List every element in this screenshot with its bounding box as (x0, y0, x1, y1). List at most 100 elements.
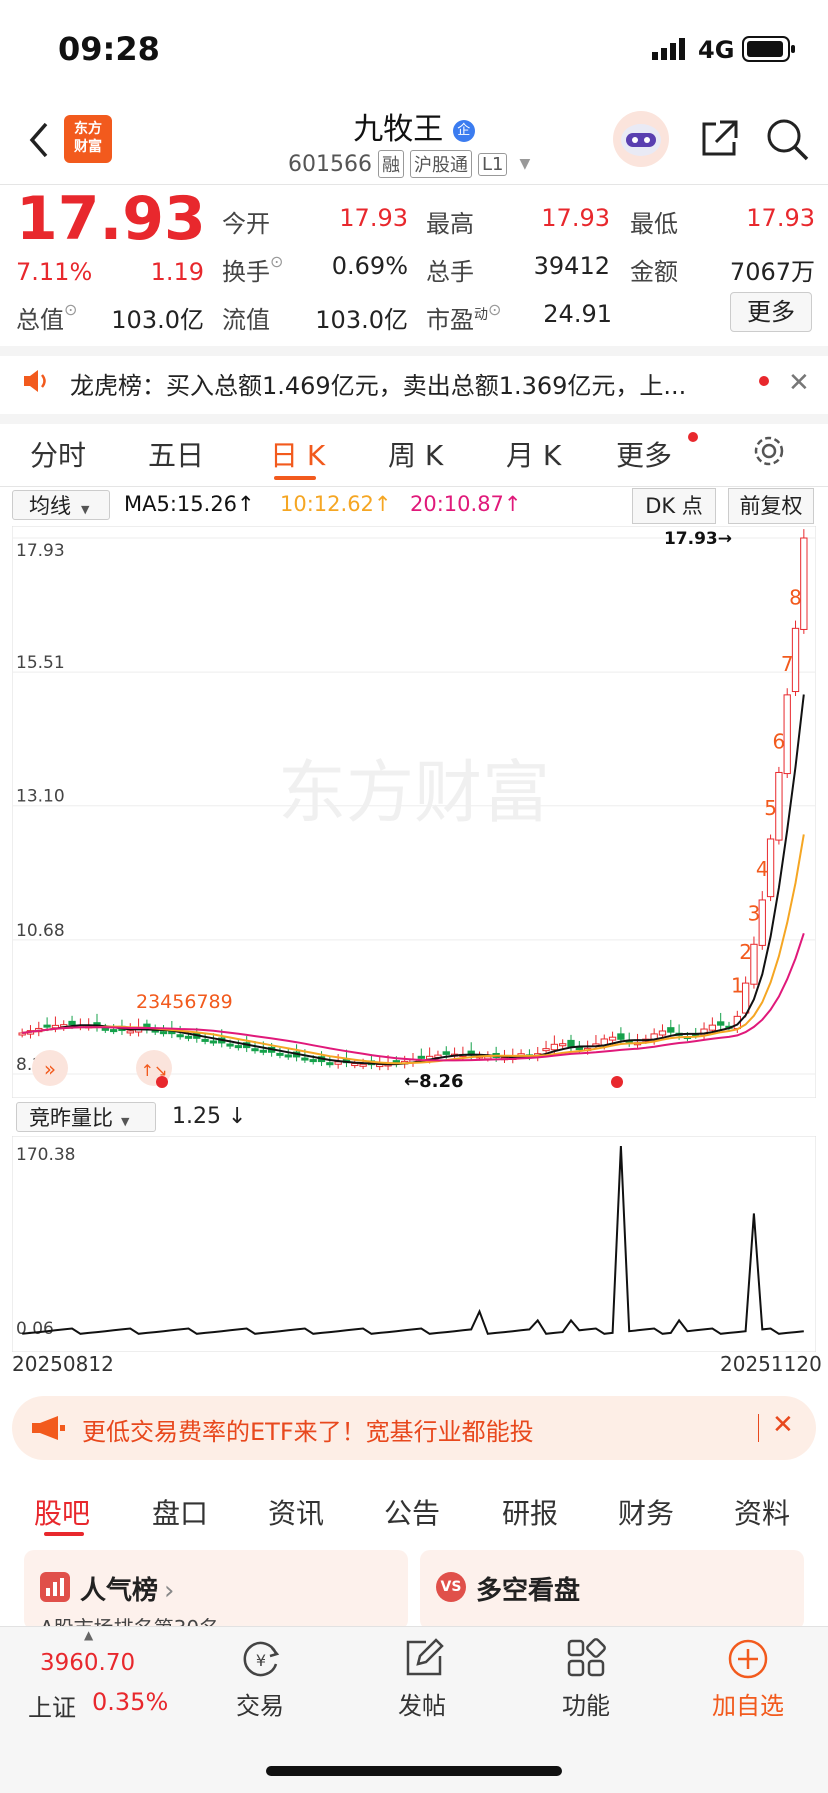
volume-ratio-chart[interactable]: 170.38 0.06 (12, 1136, 816, 1352)
candle (201, 1038, 209, 1042)
high-value: 17.93 (541, 204, 610, 232)
ma10-value: 10:12.62↑ (280, 492, 392, 516)
volume-ratio-selector[interactable]: 竞昨量比 ▼ (16, 1102, 156, 1132)
watermark: 东方财富 (278, 754, 550, 833)
index-value[interactable]: 3960.70 (40, 1650, 135, 1676)
close-icon[interactable]: ✕ (788, 368, 810, 398)
candle (276, 1052, 284, 1056)
more-button[interactable]: 更多 (730, 292, 812, 332)
candle (608, 1036, 617, 1041)
float-value: 103.0亿 (315, 306, 408, 334)
adjust-button[interactable]: 前复权 (728, 488, 814, 524)
search-icon[interactable] (766, 118, 810, 166)
banner-close-icon[interactable]: ✕ (772, 1410, 794, 1440)
enterprise-badge-icon: 企 (452, 119, 475, 142)
tab-five-day[interactable]: 五日 (148, 434, 204, 474)
candle (209, 1040, 218, 1044)
candle (226, 1043, 234, 1047)
price-tick: 15.51 (16, 653, 65, 673)
banner-divider (758, 1414, 759, 1442)
tab-announcements[interactable]: 公告 (384, 1492, 440, 1532)
tab-order-book[interactable]: 盘口 (152, 1492, 208, 1532)
active-tab-underline (274, 476, 316, 480)
nav-add-watchlist[interactable]: 加自选 (688, 1686, 808, 1721)
candle (109, 1029, 118, 1033)
megaphone-icon (30, 1414, 66, 1446)
volume-ratio-tick: 170.38 (16, 1145, 75, 1165)
edit-post-icon[interactable] (404, 1638, 444, 1682)
svg-text:»: » (44, 1057, 56, 1081)
nine-turn-label: 1 (731, 973, 744, 997)
current-price: 17.93 (16, 184, 206, 254)
vs-icon: VS (436, 1572, 466, 1602)
candle (309, 1059, 317, 1063)
candle (658, 1030, 667, 1036)
ma-selector[interactable]: 均线 ▼ (12, 490, 110, 520)
total-value: 103.0亿 (111, 306, 204, 334)
candle (542, 1048, 550, 1052)
candle (159, 1031, 168, 1035)
nine-turn-label: 3 (748, 901, 761, 925)
turnover-label: 换手⊙ (222, 252, 284, 286)
candle (176, 1034, 184, 1038)
stock-code: 601566 (288, 151, 372, 177)
candle (251, 1048, 259, 1052)
trade-icon[interactable]: ¥ (240, 1638, 282, 1684)
nine-turn-label: 8 (789, 585, 802, 609)
tab-intraday[interactable]: 分时 (30, 434, 86, 474)
tab-guba[interactable]: 股吧 (34, 1492, 90, 1532)
nav-function[interactable]: 功能 (526, 1686, 646, 1721)
change-percent: 7.11% (16, 258, 93, 286)
tab-monthly-k[interactable]: 月 K (506, 434, 561, 474)
change-amount: 1.19 (150, 258, 204, 286)
stock-name-text: 九牧王 (353, 112, 444, 147)
low-value: 17.93 (746, 204, 815, 232)
price-tick: 17.93 (16, 541, 65, 561)
tab-profile[interactable]: 资料 (734, 1492, 790, 1532)
candle (351, 1063, 359, 1067)
tab-more[interactable]: 更多 (616, 434, 672, 474)
candle (126, 1030, 134, 1034)
candle (717, 1021, 725, 1026)
info-icon[interactable]: ⊙ (64, 300, 77, 319)
open-value: 17.93 (339, 204, 408, 232)
candle (550, 1043, 559, 1051)
collapse-arrow-icon[interactable]: ▲ (84, 1628, 93, 1642)
expand-icon[interactable]: » (32, 1050, 68, 1086)
bull-bear-title: 多空看盘 (476, 1576, 581, 1606)
status-time: 09:28 (58, 30, 160, 68)
tab-news[interactable]: 资讯 (268, 1492, 324, 1532)
dk-signal-dot (611, 1076, 623, 1088)
tab-finance[interactable]: 财务 (618, 1492, 674, 1532)
margin-tag: 融 (377, 150, 404, 178)
candle (567, 1039, 575, 1048)
pe-value: 24.91 (543, 300, 612, 328)
nine-turn-label: 5 (764, 796, 777, 820)
candle (259, 1049, 267, 1053)
active-tab-underline (44, 1532, 84, 1536)
candle (442, 1051, 450, 1055)
stock-code-row[interactable]: 601566 融 沪股通 L1 ▼ (288, 150, 530, 178)
low-price-annotation: ←8.26 (404, 1071, 464, 1092)
share-icon[interactable] (698, 118, 740, 164)
candle (800, 537, 808, 630)
robot-avatar[interactable] (612, 110, 670, 172)
tab-research[interactable]: 研报 (502, 1492, 558, 1532)
nav-post[interactable]: 发帖 (362, 1686, 482, 1721)
low-label: 最低 (630, 210, 678, 238)
volume-label: 总手 (426, 258, 474, 286)
pe-label: 市盈动⊙ (426, 300, 502, 334)
dragon-tiger-text[interactable]: 龙虎榜：买入总额1.469亿元，卖出总额1.369亿元，上... (70, 366, 738, 401)
tab-weekly-k[interactable]: 周 K (388, 434, 443, 474)
index-percent: 0.35% (92, 1688, 169, 1716)
function-grid-icon[interactable] (566, 1638, 606, 1682)
tab-daily-k[interactable]: 日 K (270, 434, 325, 474)
kline-chart[interactable]: 东方财富 17.9315.5113.1010.688.26 1234567892… (12, 526, 816, 1098)
dk-point-button[interactable]: DK 点 (632, 488, 716, 524)
ma-selector-label: 均线 (29, 494, 71, 518)
info-icon[interactable]: ⊙ (270, 252, 283, 271)
add-watchlist-icon[interactable] (727, 1638, 769, 1684)
nav-trade[interactable]: 交易 (200, 1686, 320, 1721)
volume-ratio-label: 竞昨量比 (29, 1106, 113, 1130)
settings-gear-icon[interactable] (752, 434, 786, 472)
